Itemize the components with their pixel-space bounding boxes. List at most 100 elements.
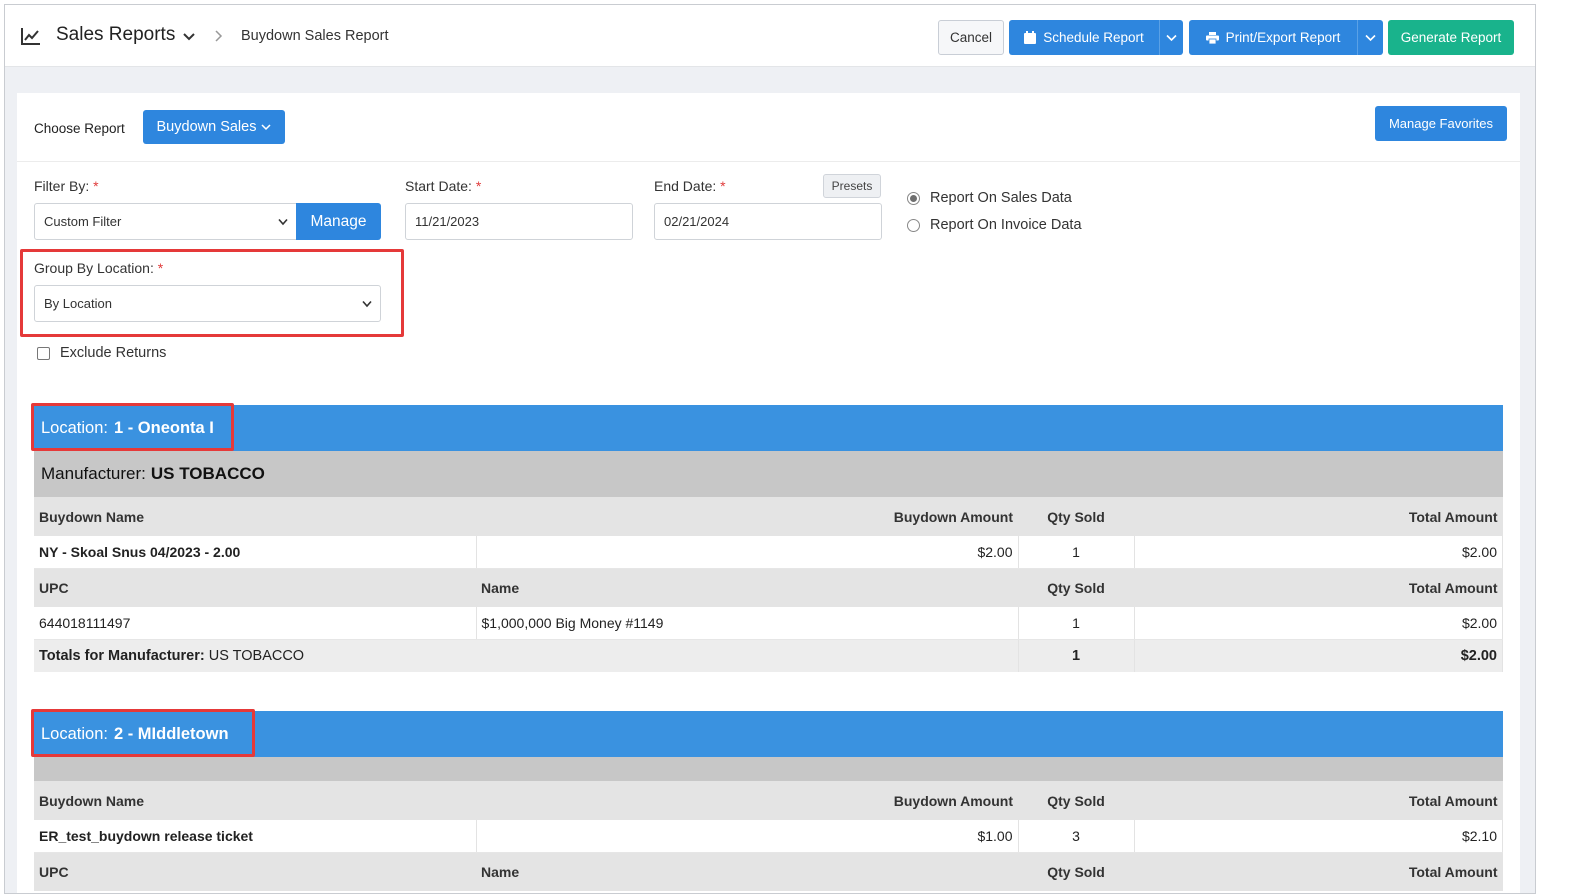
report-on-invoice-radio[interactable]: Report On Invoice Data (907, 217, 1082, 233)
manage-favorites-button[interactable]: Manage Favorites (1375, 106, 1507, 141)
column-header: Total Amount (1134, 497, 1503, 536)
report-on-sales-label: Report On Sales Data (930, 190, 1072, 206)
required-mark: * (475, 178, 482, 194)
column-header: Qty Sold (1018, 497, 1134, 536)
presets-button[interactable]: Presets (823, 174, 881, 198)
report-on-sales-radio[interactable]: Report On Sales Data (907, 190, 1072, 206)
buydown-table: Buydown Name Buydown Amount Qty Sold Tot… (34, 781, 1503, 891)
column-header: Buydown Name (34, 781, 476, 820)
printer-icon (1205, 31, 1219, 44)
column-header: Qty Sold (1018, 781, 1134, 820)
app-window: Sales Reports Buydown Sales Report Cance… (4, 4, 1536, 894)
location-highlight (31, 403, 234, 451)
total-amount: $2.00 (1134, 536, 1503, 569)
buydown-table: Buydown Name Buydown Amount Qty Sold Tot… (34, 497, 1503, 672)
table-header-row: Buydown Name Buydown Amount Qty Sold Tot… (34, 781, 1503, 820)
schedule-report-dropdown-button[interactable] (1159, 20, 1183, 55)
table-row: NY - Skoal Snus 04/2023 - 2.00 $2.00 1 $… (34, 536, 1503, 569)
chevron-down-icon (278, 218, 288, 226)
buydown-amount: $2.00 (476, 536, 1019, 569)
manufacturer-header: Manufacturer: US TOBACCO (34, 451, 1503, 497)
total-amount: $2.10 (1134, 820, 1503, 853)
qty-sold: 1 (1018, 607, 1135, 640)
filter-by-value: Custom Filter (44, 214, 122, 229)
generate-report-button[interactable]: Generate Report (1388, 20, 1514, 55)
location-header: Location: 1 - Oneonta I (34, 405, 1503, 451)
buydown-name: ER_test_buydown release ticket (34, 820, 477, 853)
chevron-down-icon (362, 300, 372, 308)
column-header: Total Amount (1134, 852, 1503, 891)
print-export-report-label: Print/Export Report (1225, 30, 1341, 45)
schedule-report-label: Schedule Report (1043, 30, 1144, 45)
column-header: Total Amount (1134, 568, 1503, 607)
filter-by-label-text: Filter By: (34, 178, 90, 194)
column-header: UPC (34, 852, 476, 891)
column-header: Buydown Amount (476, 497, 1018, 536)
radio-selected-icon[interactable] (907, 191, 920, 205)
upc: 644018111497 (34, 607, 477, 640)
required-mark: * (720, 178, 726, 194)
cancel-button[interactable]: Cancel (938, 20, 1004, 55)
chevron-right-icon (215, 30, 223, 42)
divider (17, 161, 1520, 162)
filter-by-label: Filter By: * (34, 178, 99, 194)
choose-report-value: Buydown Sales (156, 119, 257, 135)
column-header: Qty Sold (1018, 852, 1134, 891)
totals-amount: $2.00 (1134, 639, 1503, 672)
column-header: Name (476, 852, 1018, 891)
group-by-label: Group By Location: * (34, 260, 163, 276)
manage-filter-button[interactable]: Manage (296, 203, 381, 240)
column-header: UPC (34, 568, 476, 607)
table-row: 644018111497 $1,000,000 Big Money #1149 … (34, 607, 1503, 640)
radio-unselected-icon[interactable] (907, 218, 920, 232)
totals-row: Totals for Manufacturer: US TOBACCO 1 $2… (34, 639, 1503, 672)
print-export-report-button[interactable]: Print/Export Report (1189, 20, 1357, 55)
end-date-input[interactable]: 02/21/2024 (654, 203, 882, 240)
page-title[interactable]: Sales Reports (56, 24, 175, 46)
start-date-input[interactable]: 11/21/2023 (405, 203, 633, 240)
chevron-down-icon (1166, 34, 1177, 41)
chevron-down-icon (261, 123, 271, 130)
required-mark: * (157, 260, 164, 276)
item-name: $1,000,000 Big Money #1149 (476, 607, 1019, 640)
location-highlight (31, 709, 255, 757)
manufacturer-header (34, 757, 1503, 781)
qty-sold: 1 (1018, 536, 1135, 569)
start-date-label: Start Date: * (405, 178, 481, 194)
filter-by-select[interactable]: Custom Filter (34, 203, 297, 240)
exclude-returns-label: Exclude Returns (60, 345, 167, 361)
totals-manufacturer: US TOBACCO (208, 647, 305, 664)
buydown-amount: $1.00 (476, 820, 1019, 853)
print-export-dropdown-button[interactable] (1357, 20, 1383, 55)
report-panel: Choose Report Buydown Sales Manage Favor… (17, 93, 1520, 893)
totals-label: Totals for Manufacturer: US TOBACCO (34, 639, 1019, 672)
totals-prefix: Totals for Manufacturer: (39, 647, 205, 664)
choose-report-label: Choose Report (34, 121, 125, 136)
column-header: Total Amount (1134, 781, 1503, 820)
breadcrumb: Buydown Sales Report (241, 28, 389, 44)
required-mark: * (93, 178, 99, 194)
end-date-label-text: End Date: (654, 178, 717, 194)
exclude-returns-checkbox[interactable]: Exclude Returns (37, 345, 166, 361)
end-date-label: End Date: * (654, 178, 726, 194)
group-by-location-select[interactable]: By Location (34, 285, 381, 322)
table-row: ER_test_buydown release ticket $1.00 3 $… (34, 820, 1503, 853)
column-header: Qty Sold (1018, 568, 1134, 607)
table-header-row: Buydown Name Buydown Amount Qty Sold Tot… (34, 497, 1503, 536)
checkbox-icon[interactable] (37, 346, 50, 360)
manufacturer-name: US TOBACCO (150, 464, 265, 483)
schedule-report-button[interactable]: Schedule Report (1009, 20, 1159, 55)
chevron-down-icon[interactable] (182, 31, 196, 43)
start-date-label-text: Start Date: (405, 178, 472, 194)
totals-qty: 1 (1018, 639, 1135, 672)
total-amount: $2.00 (1134, 607, 1503, 640)
choose-report-dropdown[interactable]: Buydown Sales (143, 110, 285, 144)
start-date-value: 11/21/2023 (415, 214, 480, 229)
qty-sold: 3 (1018, 820, 1135, 853)
column-header: Name (476, 568, 1018, 607)
table-header-row: UPC Name Qty Sold Total Amount (34, 852, 1503, 891)
group-by-label-text: Group By Location: (34, 260, 154, 276)
line-chart-icon (21, 28, 40, 45)
table-header-row: UPC Name Qty Sold Total Amount (34, 568, 1503, 607)
chevron-down-icon (1365, 34, 1376, 41)
